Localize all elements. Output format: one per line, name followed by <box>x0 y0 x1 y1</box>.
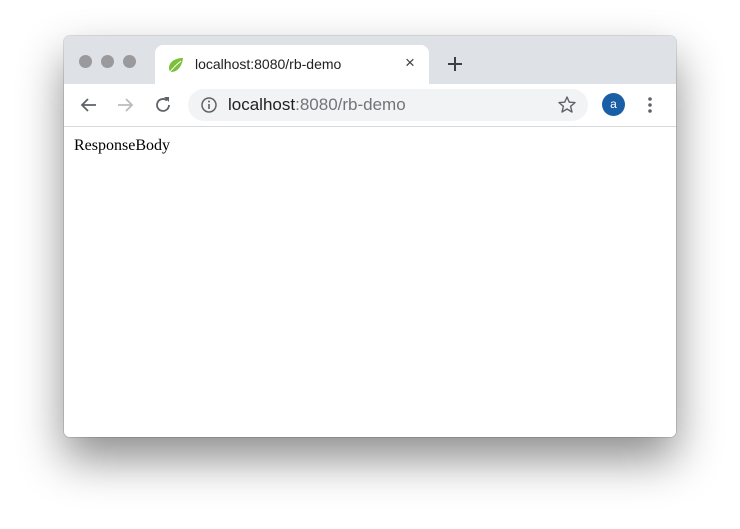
url-text: localhost:8080/rb-demo <box>228 95 406 115</box>
page-content: ResponseBody <box>64 127 676 437</box>
url-host: localhost <box>228 95 296 114</box>
vertical-dots-icon <box>648 97 652 113</box>
back-button[interactable] <box>78 94 100 116</box>
address-bar[interactable]: localhost:8080/rb-demo <box>188 89 588 121</box>
close-window-button[interactable] <box>79 55 92 68</box>
tab-active[interactable]: localhost:8080/rb-demo × <box>155 45 429 84</box>
plus-icon <box>448 57 462 71</box>
bookmark-star-button[interactable] <box>557 95 577 115</box>
forward-button[interactable] <box>114 94 136 116</box>
tab-strip: localhost:8080/rb-demo × <box>64 36 676 84</box>
toolbar: localhost:8080/rb-demo a <box>64 84 676 127</box>
response-body-text: ResponseBody <box>74 137 170 154</box>
profile-avatar[interactable]: a <box>602 93 625 116</box>
url-path: :8080/rb-demo <box>295 95 406 114</box>
arrow-right-icon <box>118 98 134 112</box>
tab-close-button[interactable]: × <box>400 53 420 73</box>
info-icon[interactable] <box>200 96 218 114</box>
arrow-left-icon <box>80 98 96 112</box>
tab-title: localhost:8080/rb-demo <box>195 56 342 72</box>
reload-icon <box>156 97 170 112</box>
reload-button[interactable] <box>152 94 174 116</box>
browser-menu-button[interactable] <box>642 94 658 116</box>
star-icon <box>558 96 576 113</box>
browser-window: localhost:8080/rb-demo × localhost:8080/… <box>64 36 676 437</box>
new-tab-button[interactable] <box>444 53 466 75</box>
zoom-window-button[interactable] <box>123 55 136 68</box>
minimize-window-button[interactable] <box>101 55 114 68</box>
spring-leaf-icon <box>167 56 185 74</box>
